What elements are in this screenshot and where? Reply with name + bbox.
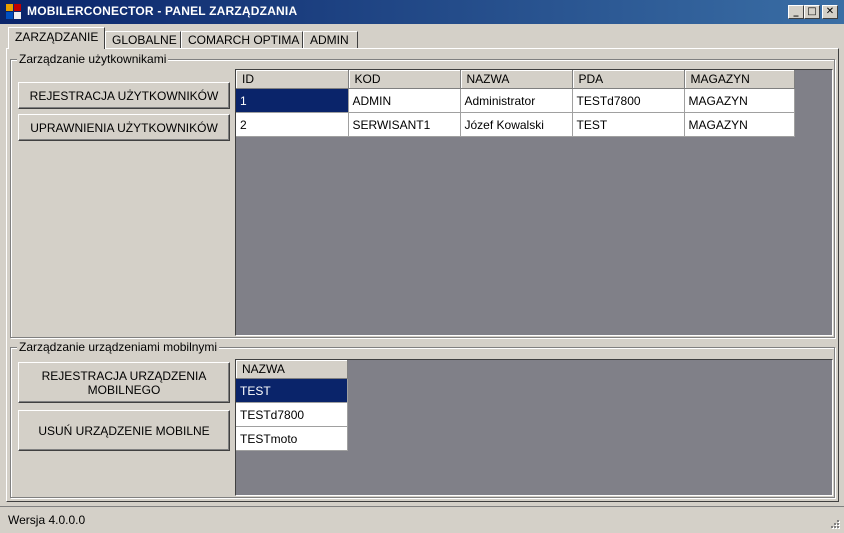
resize-grip-icon[interactable] <box>828 517 840 529</box>
remove-device-button[interactable]: USUŃ URZĄDZENIE MOBILNE <box>18 410 230 451</box>
column-header-nazwa[interactable]: NAZWA <box>460 70 573 89</box>
column-header-id[interactable]: ID <box>236 70 349 89</box>
tab-panel-zarzadzanie: Zarządzanie użytkownikami REJESTRACJA UŻ… <box>6 48 839 502</box>
cell-nazwa[interactable]: Administrator <box>460 88 573 113</box>
cell-magazyn[interactable]: MAGAZYN <box>684 88 795 113</box>
register-users-button[interactable]: REJESTRACJA UŻYTKOWNIKÓW <box>18 82 230 109</box>
devices-header-row: NAZWA <box>236 360 348 379</box>
user-permissions-button[interactable]: UPRAWNIENIA UŻYTKOWNIKÓW <box>18 114 230 141</box>
status-bar: Wersja 4.0.0.0 <box>0 506 844 533</box>
title-bar[interactable]: MOBILERCONECTOR - PANEL ZARZĄDZANIA _ □ … <box>0 0 844 24</box>
users-grid[interactable]: ID KOD NAZWA PDA MAGAZYN 1 ADMIN Adminis… <box>235 69 833 336</box>
close-button[interactable]: ✕ <box>822 5 838 19</box>
version-label: Wersja 4.0.0.0 <box>8 513 86 527</box>
window-title: MOBILERCONECTOR - PANEL ZARZĄDZANIA <box>27 4 298 18</box>
users-table: ID KOD NAZWA PDA MAGAZYN 1 ADMIN Adminis… <box>236 70 795 137</box>
tab-comarch-optima[interactable]: COMARCH OPTIMA <box>181 31 303 48</box>
cell-kod[interactable]: SERWISANT1 <box>348 112 461 137</box>
table-row[interactable]: TEST <box>236 378 348 403</box>
tab-globalne[interactable]: GLOBALNE <box>105 31 181 48</box>
maximize-button[interactable]: □ <box>804 5 820 19</box>
table-row[interactable]: TESTmoto <box>236 426 348 451</box>
register-device-button[interactable]: REJESTRACJA URZĄDZENIA MOBILNEGO <box>18 362 230 403</box>
devices-grid[interactable]: NAZWA TEST TESTd7800 TESTmoto <box>235 359 833 496</box>
app-window-icon <box>6 4 22 20</box>
column-header-kod[interactable]: KOD <box>348 70 461 89</box>
users-group: Zarządzanie użytkownikami REJESTRACJA UŻ… <box>10 52 835 338</box>
tab-admin[interactable]: ADMIN <box>303 31 358 48</box>
devices-group-title: Zarządzanie urządzeniami mobilnymi <box>17 340 220 354</box>
table-row[interactable]: 2 SERWISANT1 Józef Kowalski TEST MAGAZYN <box>236 112 795 137</box>
column-header-magazyn[interactable]: MAGAZYN <box>684 70 795 89</box>
column-header-nazwa[interactable]: NAZWA <box>236 360 348 379</box>
tab-zarzadzanie[interactable]: ZARZĄDZANIE <box>8 27 105 49</box>
cell-nazwa[interactable]: TESTd7800 <box>236 402 348 427</box>
cell-id[interactable]: 2 <box>236 112 349 137</box>
users-group-title: Zarządzanie użytkownikami <box>17 52 169 66</box>
devices-table: NAZWA TEST TESTd7800 TESTmoto <box>236 360 348 451</box>
cell-nazwa[interactable]: Józef Kowalski <box>460 112 573 137</box>
cell-pda[interactable]: TEST <box>572 112 685 137</box>
table-row[interactable]: TESTd7800 <box>236 402 348 427</box>
devices-group: Zarządzanie urządzeniami mobilnymi REJES… <box>10 340 835 498</box>
cell-nazwa[interactable]: TEST <box>236 378 348 403</box>
cell-id[interactable]: 1 <box>236 88 349 113</box>
users-header-row: ID KOD NAZWA PDA MAGAZYN <box>236 70 795 89</box>
cell-nazwa[interactable]: TESTmoto <box>236 426 348 451</box>
table-row[interactable]: 1 ADMIN Administrator TESTd7800 MAGAZYN <box>236 88 795 113</box>
minimize-button[interactable]: _ <box>788 5 804 19</box>
cell-magazyn[interactable]: MAGAZYN <box>684 112 795 137</box>
cell-kod[interactable]: ADMIN <box>348 88 461 113</box>
cell-pda[interactable]: TESTd7800 <box>572 88 685 113</box>
column-header-pda[interactable]: PDA <box>572 70 685 89</box>
